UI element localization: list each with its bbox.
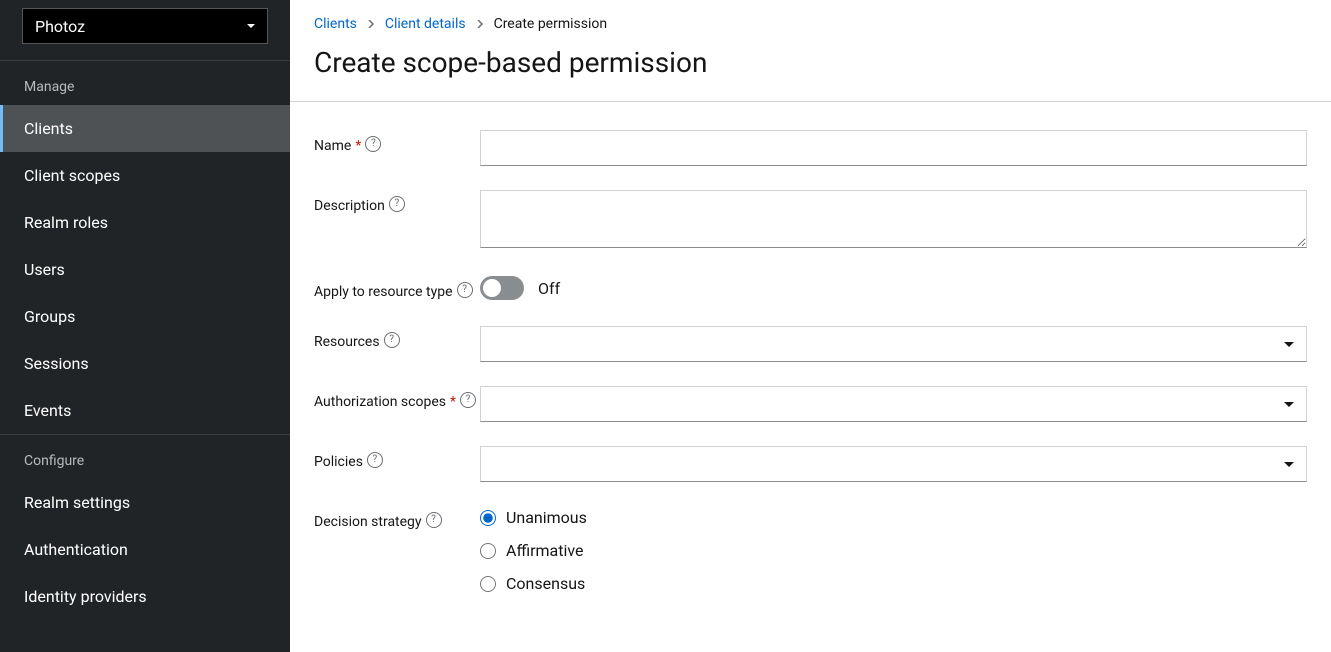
- radio-affirmative[interactable]: Affirmative: [480, 541, 1307, 560]
- breadcrumb-client-details[interactable]: Client details: [385, 16, 466, 32]
- row-resources: Resources ?: [314, 326, 1307, 362]
- chevron-right-icon: [476, 16, 484, 32]
- sidebar-configure-list: Realm settings Authentication Identity p…: [0, 479, 290, 620]
- sidebar-item-clients[interactable]: Clients: [0, 105, 290, 152]
- row-apply-resource-type: Apply to resource type ? Off: [314, 276, 1307, 302]
- radio-label: Consensus: [506, 574, 585, 593]
- row-name: Name * ?: [314, 130, 1307, 166]
- chevron-right-icon: [367, 16, 375, 32]
- page-header: Clients Client details Create permission…: [290, 0, 1331, 102]
- label-auth-scopes: Authorization scopes: [314, 392, 446, 412]
- sidebar-item-groups[interactable]: Groups: [0, 293, 290, 340]
- breadcrumb-current: Create permission: [494, 16, 608, 32]
- toggle-state-label: Off: [538, 279, 560, 298]
- radio-label: Affirmative: [506, 541, 584, 560]
- sidebar-item-authentication[interactable]: Authentication: [0, 526, 290, 573]
- required-indicator: *: [450, 392, 456, 412]
- sidebar-item-realm-settings[interactable]: Realm settings: [0, 479, 290, 526]
- row-description: Description ?: [314, 190, 1307, 252]
- label-apply-resource-type: Apply to resource type: [314, 282, 453, 302]
- breadcrumb-clients[interactable]: Clients: [314, 16, 357, 32]
- sidebar-section-manage: Manage: [0, 60, 290, 105]
- radio-input-consensus[interactable]: [480, 576, 496, 592]
- radio-consensus[interactable]: Consensus: [480, 574, 1307, 593]
- row-auth-scopes: Authorization scopes * ?: [314, 386, 1307, 422]
- label-policies: Policies: [314, 452, 363, 472]
- realm-selector[interactable]: Photoz: [22, 8, 268, 44]
- permission-form: Name * ? Description ? Apply to resource…: [290, 102, 1331, 645]
- sidebar: Photoz Manage Clients Client scopes Real…: [0, 0, 290, 652]
- help-icon[interactable]: ?: [426, 512, 442, 528]
- sidebar-item-sessions[interactable]: Sessions: [0, 340, 290, 387]
- help-icon[interactable]: ?: [389, 196, 405, 212]
- description-textarea[interactable]: [480, 190, 1307, 248]
- sidebar-manage-list: Clients Client scopes Realm roles Users …: [0, 105, 290, 434]
- row-decision-strategy: Decision strategy ? Unanimous Affirmativ…: [314, 506, 1307, 593]
- radio-label: Unanimous: [506, 508, 587, 527]
- help-icon[interactable]: ?: [460, 392, 476, 408]
- breadcrumb: Clients Client details Create permission: [314, 16, 1307, 32]
- decision-strategy-radios: Unanimous Affirmative Consensus: [480, 506, 1307, 593]
- label-decision-strategy: Decision strategy: [314, 512, 422, 532]
- help-icon[interactable]: ?: [457, 282, 473, 298]
- realm-selected-label: Photoz: [35, 17, 85, 36]
- name-input[interactable]: [480, 130, 1307, 166]
- sidebar-item-realm-roles[interactable]: Realm roles: [0, 199, 290, 246]
- sidebar-item-client-scopes[interactable]: Client scopes: [0, 152, 290, 199]
- row-policies: Policies ?: [314, 446, 1307, 482]
- policies-select[interactable]: [480, 446, 1307, 482]
- required-indicator: *: [355, 136, 361, 156]
- caret-down-icon: [1284, 462, 1294, 467]
- caret-down-icon: [247, 24, 255, 28]
- sidebar-section-configure: Configure: [0, 434, 290, 479]
- sidebar-item-users[interactable]: Users: [0, 246, 290, 293]
- label-description: Description: [314, 196, 385, 216]
- auth-scopes-select[interactable]: [480, 386, 1307, 422]
- caret-down-icon: [1284, 342, 1294, 347]
- apply-resource-type-toggle[interactable]: [480, 276, 524, 300]
- radio-input-affirmative[interactable]: [480, 543, 496, 559]
- help-icon[interactable]: ?: [365, 136, 381, 152]
- sidebar-item-events[interactable]: Events: [0, 387, 290, 434]
- label-name: Name: [314, 136, 351, 156]
- main-content: Clients Client details Create permission…: [290, 0, 1331, 652]
- page-title: Create scope-based permission: [314, 46, 1307, 79]
- radio-input-unanimous[interactable]: [480, 510, 496, 526]
- radio-unanimous[interactable]: Unanimous: [480, 508, 1307, 527]
- resources-select[interactable]: [480, 326, 1307, 362]
- help-icon[interactable]: ?: [384, 332, 400, 348]
- label-resources: Resources: [314, 332, 380, 352]
- help-icon[interactable]: ?: [367, 452, 383, 468]
- sidebar-item-identity-providers[interactable]: Identity providers: [0, 573, 290, 620]
- caret-down-icon: [1284, 402, 1294, 407]
